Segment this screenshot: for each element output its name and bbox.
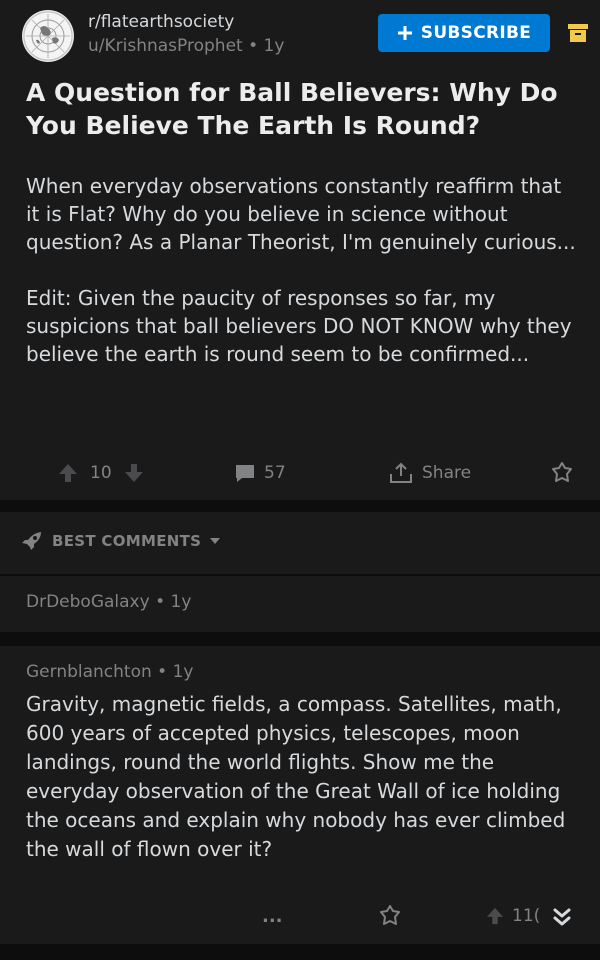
comment-sort-bar: BEST COMMENTS [0,512,600,574]
sort-dropdown[interactable]: BEST COMMENTS [20,530,221,552]
comment-age: 1y [170,592,192,612]
more-options-button[interactable]: ... [262,906,283,927]
section-divider [0,500,600,512]
post-age: 1y [263,36,285,56]
meta-separator: • [157,662,173,682]
share-button[interactable]: Share [388,461,471,485]
subreddit-name[interactable]: r/flatearthsociety [88,12,234,32]
upvote-arrow-icon[interactable] [486,906,504,926]
comment-count: 57 [264,463,286,483]
post-body: When everyday observations constantly re… [26,172,576,396]
sort-label: BEST COMMENTS [52,532,202,550]
comment-meta: DrDeboGalaxy • 1y [26,592,191,612]
upvote-arrow-icon[interactable] [58,462,78,484]
comment-vote-count: 11( [512,906,541,926]
vote-count: 10 [90,463,112,483]
bottom-divider [0,944,600,960]
double-chevron-down-icon[interactable] [552,906,572,928]
post-author[interactable]: u/KrishnasProphet [88,36,243,56]
post-meta: u/KrishnasProphet • 1y [88,36,284,56]
comment-age: 1y [172,662,194,682]
flat-earth-map-icon[interactable] [22,10,74,62]
plus-icon [397,25,413,41]
archive-icon [567,22,589,44]
vote-group: 10 [58,462,144,484]
share-icon [388,461,414,485]
meta-separator: • [155,592,171,612]
comment: Gernblanchton • 1y Gravity, magnetic fie… [0,646,600,944]
downvote-arrow-icon[interactable] [124,462,144,484]
award-icon[interactable] [550,461,574,485]
share-label: Share [422,463,472,483]
chevron-down-icon [209,537,221,545]
comments-button[interactable]: 57 [234,462,286,484]
comment-bubble-icon [234,462,256,484]
comment-author[interactable]: DrDeboGalaxy [26,592,150,612]
post-title[interactable]: A Question for Ball Believers: Why Do Yo… [26,76,576,142]
post-actions: 10 57 Share [0,452,600,496]
comment-author[interactable]: Gernblanchton [26,662,152,682]
meta-separator: • [248,36,264,56]
comment-body: Gravity, magnetic fields, a compass. Sat… [26,692,566,861]
subscribe-button[interactable]: SUBSCRIBE [378,14,550,52]
post-header: r/flatearthsociety u/KrishnasProphet • 1… [22,8,600,64]
comment-meta: Gernblanchton • 1y [26,662,194,682]
post-body-paragraph: Edit: Given the paucity of responses so … [26,286,572,366]
subscribe-label: SUBSCRIBE [420,23,532,43]
post-body-paragraph: When everyday observations constantly re… [26,174,576,254]
award-icon[interactable] [378,904,402,928]
post-card: r/flatearthsociety u/KrishnasProphet • 1… [0,0,600,500]
rocket-icon [20,530,44,552]
comment-divider [0,632,600,646]
comment-actions: ... 11( [0,902,600,934]
comment: DrDeboGalaxy • 1y [0,576,600,632]
comment-vote-group: 11( [486,906,540,926]
